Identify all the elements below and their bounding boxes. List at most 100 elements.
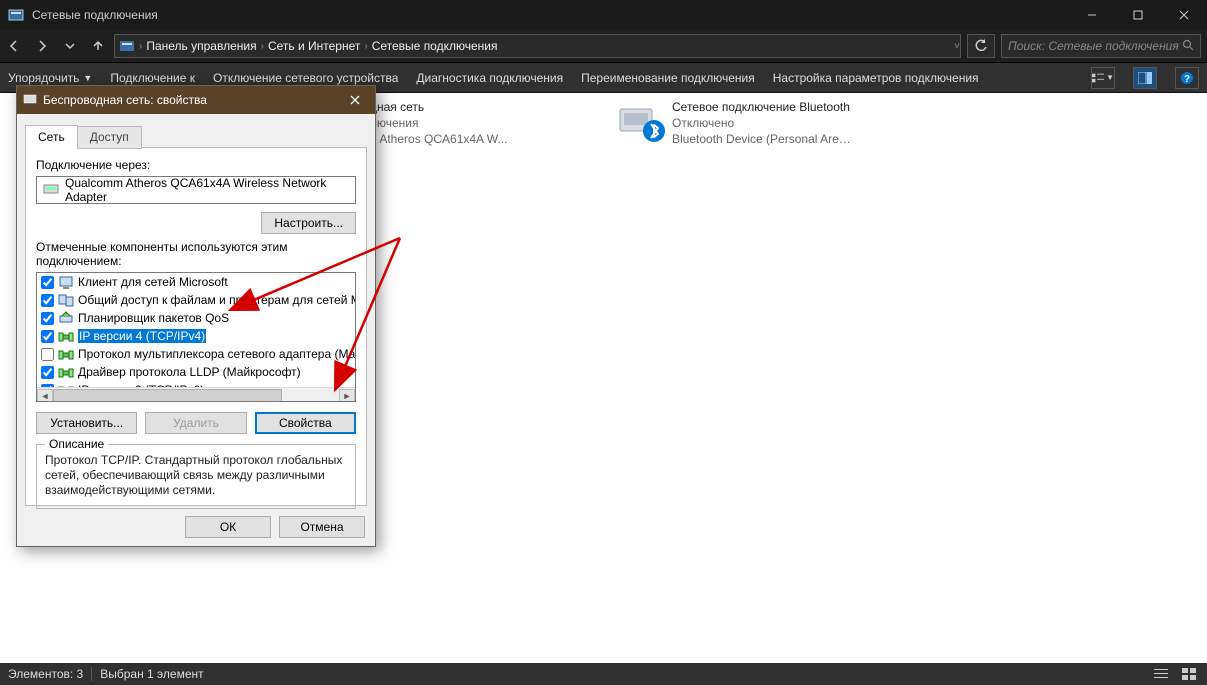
connection-item[interactable]: дная сеть лючения n Atheros QCA61x4A W..…	[368, 97, 608, 149]
disable-device-button[interactable]: Отключение сетевого устройства	[213, 71, 398, 85]
connect-to-button[interactable]: Подключение к	[110, 71, 195, 85]
protocol-icon	[58, 310, 74, 326]
search-bar[interactable]	[1001, 34, 1201, 58]
breadcrumb[interactable]: Сетевые подключения	[372, 39, 498, 53]
component-item[interactable]: Общий доступ к файлам и принтерам для се…	[37, 291, 355, 309]
breadcrumb-label: Панель управления	[146, 39, 256, 53]
preview-pane-button[interactable]	[1133, 67, 1157, 89]
separator	[91, 667, 92, 681]
component-label: Клиент для сетей Microsoft	[78, 275, 228, 289]
chevron-right-icon: ›	[261, 41, 264, 52]
tab-sharing[interactable]: Доступ	[77, 126, 142, 149]
component-label: Протокол мультиплексора сетевого адаптер…	[78, 347, 355, 361]
adapter-icon	[23, 92, 37, 109]
description-legend: Описание	[45, 437, 108, 451]
refresh-button[interactable]	[967, 34, 995, 58]
organize-menu[interactable]: Упорядочить ▼	[8, 71, 92, 85]
status-bar: Элементов: 3 Выбран 1 элемент	[0, 663, 1207, 685]
details-view-button[interactable]	[1151, 665, 1171, 683]
scrollbar-horizontal[interactable]: ◄ ►	[37, 387, 355, 402]
chevron-right-icon: ›	[364, 41, 367, 52]
rename-button[interactable]: Переименование подключения	[581, 71, 755, 85]
protocol-icon	[58, 274, 74, 290]
component-checkbox[interactable]	[41, 312, 54, 325]
connection-device: n Atheros QCA61x4A W...	[370, 131, 520, 147]
organize-label: Упорядочить	[8, 71, 79, 85]
nav-row: › Панель управления › Сеть и Интернет › Се…	[0, 30, 1207, 63]
tab-body: Подключение через: Qualcomm Atheros QCA6…	[25, 148, 367, 506]
component-checkbox[interactable]	[41, 384, 54, 388]
dialog-close-button[interactable]	[341, 89, 369, 111]
search-input[interactable]	[1008, 39, 1182, 53]
protocol-icon	[58, 328, 74, 344]
component-checkbox[interactable]	[41, 276, 54, 289]
chevron-down-icon[interactable]: ˅	[954, 41, 960, 52]
network-adapter-icon	[43, 181, 59, 200]
component-item[interactable]: Протокол мультиплексора сетевого адаптер…	[37, 345, 355, 363]
tab-network[interactable]: Сеть	[25, 125, 78, 148]
connection-item[interactable]: Сетевое подключение Bluetooth Отключено …	[616, 97, 856, 149]
adapter-name-box: Qualcomm Atheros QCA61x4A Wireless Netwo…	[36, 176, 356, 204]
breadcrumb-label: Сетевые подключения	[372, 39, 498, 53]
scroll-track[interactable]	[53, 389, 339, 403]
properties-button[interactable]: Свойства	[255, 412, 356, 434]
forward-button[interactable]	[28, 34, 56, 58]
svg-text:?: ?	[1184, 74, 1190, 85]
configure-button[interactable]: Настроить...	[261, 212, 356, 234]
component-item[interactable]: Клиент для сетей Microsoft	[37, 273, 355, 291]
protocol-icon	[58, 382, 74, 387]
description-text: Протокол TCP/IP. Стандартный протокол гл…	[45, 453, 347, 498]
install-button[interactable]: Установить...	[36, 412, 137, 434]
component-checkbox[interactable]	[41, 366, 54, 379]
chevron-right-icon: ›	[139, 41, 142, 52]
component-label: Общий доступ к файлам и принтерам для се…	[78, 293, 355, 307]
breadcrumb-label: Сеть и Интернет	[268, 39, 360, 53]
app-icon	[8, 7, 24, 23]
maximize-button[interactable]	[1115, 0, 1161, 30]
component-label: IP версии 6 (TCP/IPv6)	[78, 383, 204, 387]
close-button[interactable]	[1161, 0, 1207, 30]
scroll-left-button[interactable]: ◄	[37, 389, 53, 403]
properties-dialog: Беспроводная сеть: свойства Сеть Доступ …	[16, 85, 376, 547]
connection-name: Сетевое подключение Bluetooth	[672, 99, 854, 115]
scroll-right-button[interactable]: ►	[339, 389, 355, 403]
view-settings-button[interactable]: Настройка параметров подключения	[773, 71, 979, 85]
window-titlebar: Сетевые подключения	[0, 0, 1207, 30]
component-checkbox[interactable]	[41, 294, 54, 307]
back-button[interactable]	[0, 34, 28, 58]
minimize-button[interactable]	[1069, 0, 1115, 30]
search-icon	[1182, 39, 1194, 54]
diagnose-button[interactable]: Диагностика подключения	[416, 71, 563, 85]
components-label: Отмеченные компоненты используются этим …	[36, 240, 356, 268]
tab-strip: Сеть Доступ	[25, 120, 367, 148]
view-options-button[interactable]: ▼	[1091, 67, 1115, 89]
cancel-button[interactable]: Отмена	[279, 516, 365, 538]
breadcrumb[interactable]: Сеть и Интернет ›	[268, 39, 368, 53]
protocol-icon	[58, 346, 74, 362]
component-label: IP версии 4 (TCP/IPv4)	[78, 329, 206, 343]
components-listbox[interactable]: Клиент для сетей Microsoft Общий доступ к…	[36, 272, 356, 402]
history-dropdown-button[interactable]	[56, 34, 84, 58]
scroll-thumb[interactable]	[53, 389, 282, 403]
status-selection: Выбран 1 элемент	[100, 667, 203, 681]
up-button[interactable]	[84, 34, 112, 58]
component-item[interactable]: Драйвер протокола LLDP (Майкрософт)	[37, 363, 355, 381]
component-item[interactable]: Планировщик пакетов QoS	[37, 309, 355, 327]
uninstall-button: Удалить	[145, 412, 246, 434]
description-group: Описание Протокол TCP/IP. Стандартный пр…	[36, 444, 356, 509]
ok-button[interactable]: ОК	[185, 516, 271, 538]
component-item[interactable]: IP версии 4 (TCP/IPv4)	[37, 327, 355, 345]
component-checkbox[interactable]	[41, 348, 54, 361]
connection-status: Отключено	[672, 115, 854, 131]
dialog-title: Беспроводная сеть: свойства	[43, 93, 335, 107]
breadcrumb[interactable]: Панель управления ›	[146, 39, 264, 53]
address-bar[interactable]: › Панель управления › Сеть и Интернет › Се…	[114, 34, 961, 58]
bluetooth-adapter-icon	[618, 99, 666, 147]
component-checkbox[interactable]	[41, 330, 54, 343]
protocol-icon	[58, 292, 74, 308]
large-icons-view-button[interactable]	[1179, 665, 1199, 683]
help-button[interactable]: ?	[1175, 67, 1199, 89]
dialog-titlebar[interactable]: Беспроводная сеть: свойства	[17, 86, 375, 114]
protocol-icon	[58, 364, 74, 380]
window-title: Сетевые подключения	[32, 8, 1069, 22]
